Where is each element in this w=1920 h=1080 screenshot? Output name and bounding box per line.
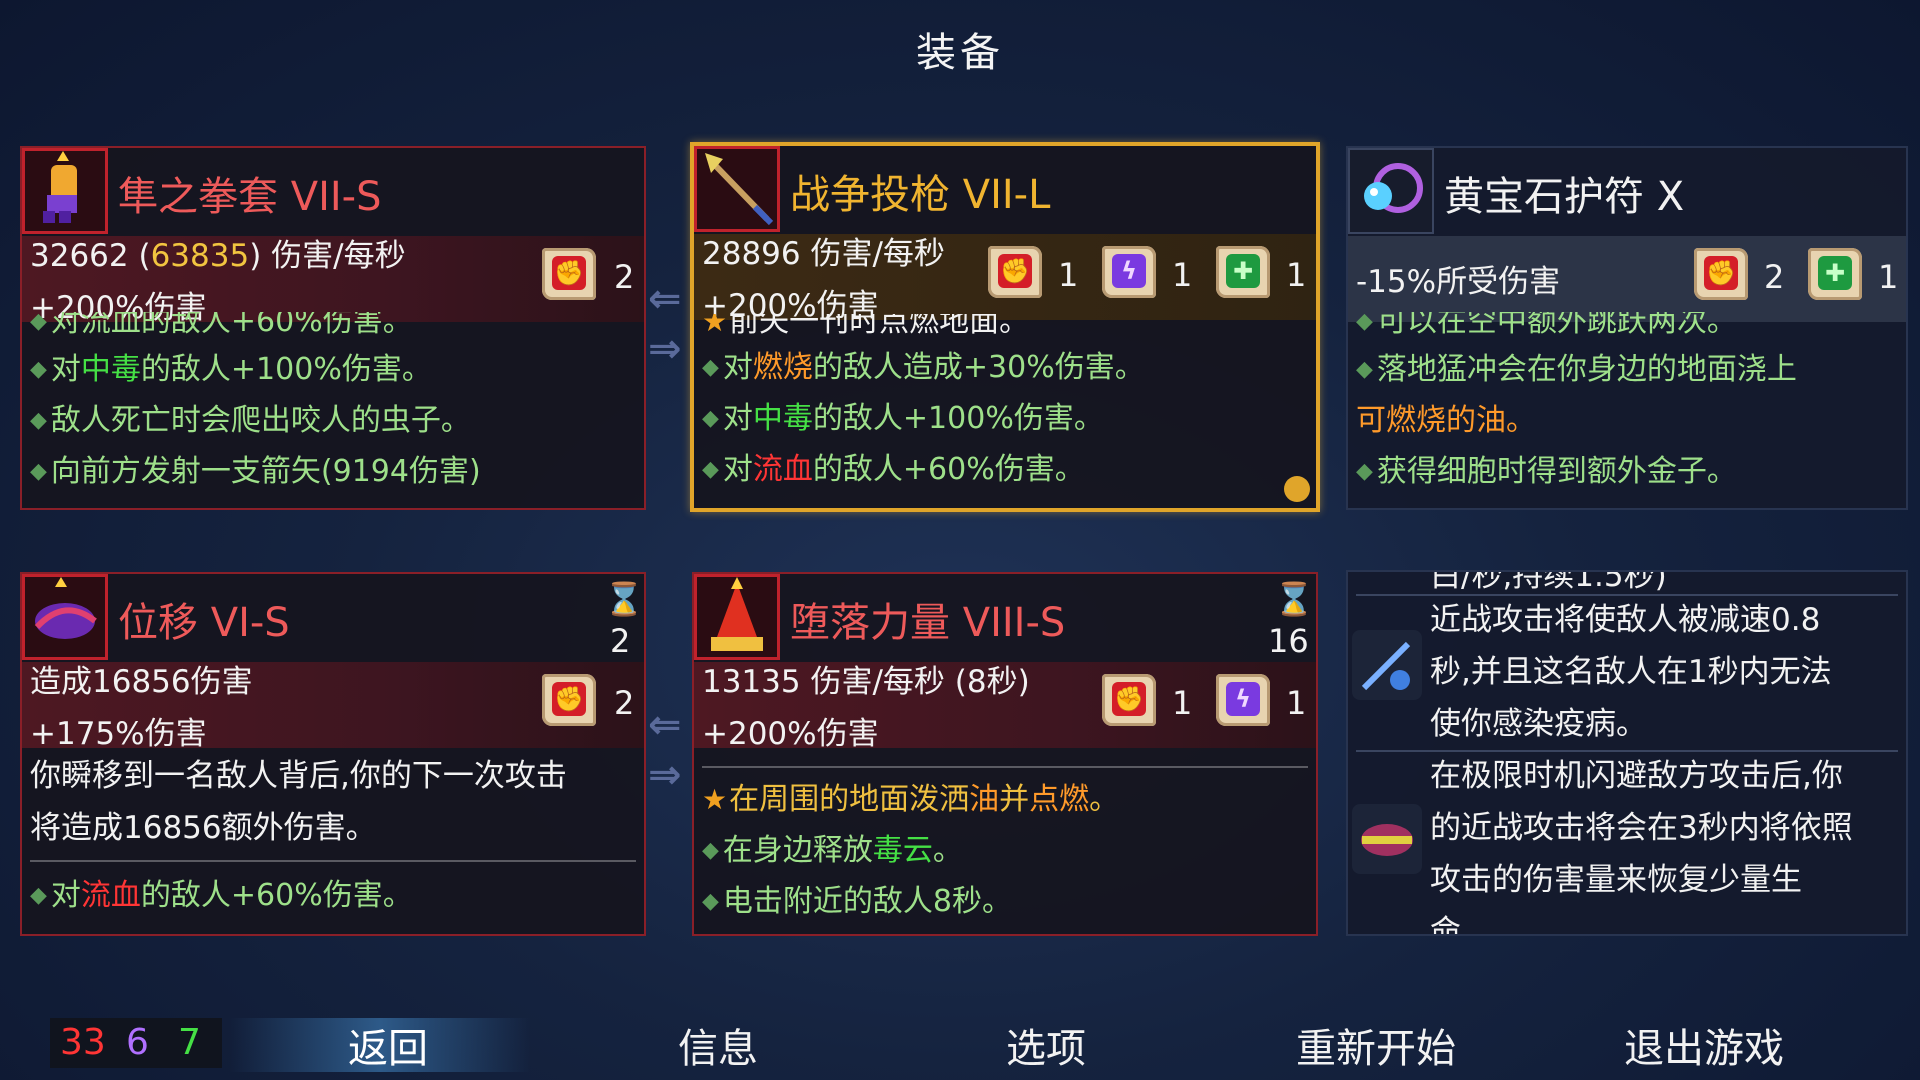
tactics-count: 1 (1172, 256, 1193, 294)
modifier-line: ◆ 在身边释放毒云。 (702, 833, 963, 868)
damage-line: 造成16856伤害 (30, 664, 253, 700)
equipment-card-gauntlet[interactable]: 隼之拳套 VII-S 32662 (63835) 伤害/每秒 +200%伤害 ✊… (20, 146, 646, 510)
mutations-panel[interactable]: 白/秒,持续1.5秒) 近战攻击将使敌人被减速0.8 秒,并且这名敌人在1秒内无… (1346, 570, 1908, 936)
survival-scroll-icon: ✚ (1804, 242, 1866, 306)
tactics-stat: 6 (126, 1022, 149, 1063)
info-button[interactable]: 信息 (598, 1016, 838, 1074)
modifier-line: ◆ 敌人死亡时会爬出咬人的虫子。 (30, 403, 471, 438)
survival-count: 1 (1878, 258, 1899, 296)
modifier-line: ◆ 对燃烧的敌人造成+30%伤害。 (702, 350, 1145, 385)
bonus-line: +200%伤害 (702, 716, 879, 752)
brutality-count: 2 (1764, 258, 1785, 296)
dps-line: 32662 (63835) 伤害/每秒 (30, 238, 406, 274)
cut-modifier: ★前矢一刊时点燃地面。 (702, 314, 1030, 334)
brutality-count: 2 (614, 258, 635, 296)
cut-modifier: ◆ 可以在空中额外跳跃两次。 (1356, 312, 1737, 336)
equipment-card-javelin[interactable]: 战争投枪 VII-L 28896 伤害/每秒 +200%伤害 ✊ 1 ϟ 1 ✚… (690, 142, 1320, 512)
modifier-line: ★在周围的地面泼洒油并点燃。 (702, 782, 1120, 817)
equipment-card-fallen-power[interactable]: 堕落力量 VIII-S ⌛ 16 13135 伤害/每秒 (8秒) +200%伤… (692, 572, 1318, 936)
swap-left-arrow-icon[interactable]: ⇐ (648, 276, 682, 322)
modifier-line: ◆ 对中毒的敌人+100%伤害。 (702, 401, 1104, 436)
modifier-list: ★在周围的地面泼洒油并点燃。 ◆ 在身边释放毒云。 ◆ 电击附近的敌人8秒。 (702, 774, 1119, 927)
dps-line: 28896 伤害/每秒 (702, 236, 945, 272)
modifier-line: ◆ 向前方发射一支箭矢(9194伤害) (30, 454, 481, 489)
modifier-list: ◆ 对燃烧的敌人造成+30%伤害。 ◆ 对中毒的敌人+100%伤害。 ◆ 对流血的敌人… (702, 342, 1145, 495)
swap-left-arrow-icon[interactable]: ⇐ (648, 702, 682, 748)
scroll-stats-counter: 33 6 7 (50, 1018, 222, 1068)
javelin-icon (694, 146, 780, 232)
brutality-count: 1 (1172, 684, 1193, 722)
quit-game-button[interactable]: 退出游戏 (1584, 1016, 1824, 1074)
dodge-heal-icon (1352, 804, 1422, 874)
trait-description: 近战攻击将使敌人被减速0.8 秒,并且这名敌人在1秒内无法 使你感染疫病。 (1430, 602, 1832, 742)
skill-description: 你瞬移到一名敌人背后,你的下一次攻击 将造成16856额外伤害。 (30, 758, 567, 846)
item-name: 位移 VI-S (118, 600, 290, 646)
cooldown-value: 16 (1268, 622, 1309, 660)
cooldown-value: 2 (610, 622, 631, 660)
brutality-count: 2 (614, 684, 635, 722)
cooldown-hourglass-icon: ⌛ (1274, 580, 1314, 618)
brutality-scroll-icon: ✊ (1098, 668, 1160, 732)
modifier-line: ◆ 电击附近的敌人8秒。 (702, 884, 1013, 919)
page-title: 装备 (916, 30, 1004, 76)
survival-count: 1 (1286, 256, 1307, 294)
gold-corner-ornament-icon (1284, 476, 1310, 502)
survival-scroll-icon: ✚ (1212, 240, 1274, 304)
swap-right-arrow-icon[interactable]: ⇒ (648, 326, 682, 372)
modifier-line: ◆ 落地猛冲会在你身边的地面浇上 (1356, 352, 1797, 387)
modifier-line: ◆ 获得细胞时得到额外金子。 (1356, 454, 1737, 489)
trait-description: 在极限时机闪避敌方攻击后,你 的近战攻击将会在3秒内将依照 攻击的伤害量来恢复少… (1430, 758, 1853, 936)
swap-right-arrow-icon[interactable]: ⇒ (648, 752, 682, 798)
survival-stat: 7 (178, 1022, 201, 1063)
modifier-line: 可燃烧的油。 (1356, 403, 1536, 438)
restart-button[interactable]: 重新开始 (1256, 1016, 1496, 1074)
frost-blade-icon (1352, 630, 1422, 700)
tactics-count: 1 (1286, 684, 1307, 722)
item-name: 隼之拳套 VII-S (118, 174, 382, 220)
options-button[interactable]: 选项 (926, 1016, 1166, 1074)
brutality-count: 1 (1058, 256, 1079, 294)
item-name: 黄宝石护符 X (1444, 174, 1685, 220)
dps-line: 13135 伤害/每秒 (8秒) (702, 664, 1030, 700)
brutality-scroll-icon: ✊ (538, 242, 600, 306)
card-header (22, 574, 644, 662)
teleport-icon (22, 574, 108, 660)
modifier-list: ◆ 落地猛冲会在你身边的地面浇上 可燃烧的油。 ◆ 获得细胞时得到额外金子。 (1356, 344, 1797, 497)
bonus-line: +175%伤害 (30, 716, 207, 752)
tactics-scroll-icon: ϟ (1212, 668, 1274, 732)
amulet-icon (1348, 148, 1434, 234)
brutality-stat: 33 (60, 1022, 106, 1063)
cut-trait-text: 白/秒,持续1.5秒) (1430, 570, 1667, 594)
tactics-scroll-icon: ϟ (1098, 240, 1160, 304)
item-name: 堕落力量 VIII-S (790, 600, 1066, 646)
fallen-power-icon (694, 574, 780, 660)
back-button[interactable]: 返回 (268, 1016, 508, 1074)
modifier-list: ◆ 对中毒的敌人+100%伤害。 ◆ 敌人死亡时会爬出咬人的虫子。 ◆ 向前方发射一支… (30, 344, 481, 497)
brutality-scroll-icon: ✊ (984, 240, 1046, 304)
cooldown-hourglass-icon: ⌛ (604, 580, 644, 618)
bottom-menu-bar: 33 6 7 返回 信息 选项 重新开始 退出游戏 (0, 1010, 1920, 1080)
item-name: 战争投枪 VII-L (790, 172, 1051, 218)
modifier-line: ◆ 对流血的敌人+60%伤害。 (702, 452, 1085, 487)
divider (30, 860, 636, 862)
divider (702, 766, 1308, 768)
modifier-line: ◆ 对中毒的敌人+100%伤害。 (30, 352, 432, 387)
effect-line: -15%所受伤害 (1356, 264, 1561, 300)
equipment-card-teleport[interactable]: 位移 VI-S ⌛ 2 造成16856伤害 +175%伤害 ✊ 2 你瞬移到一名… (20, 572, 646, 936)
brutality-scroll-icon: ✊ (538, 668, 600, 732)
brutality-scroll-icon: ✊ (1690, 242, 1752, 306)
modifier-line: ◆ 对流血的敌人+60%伤害。 (30, 878, 413, 913)
equipment-card-amulet[interactable]: 黄宝石护符 X -15%所受伤害 ✊ 2 ✚ 1 ◆ 可以在空中额外跳跃两次。 ◆… (1346, 146, 1908, 510)
gauntlet-icon (22, 148, 108, 234)
cut-modifier: ◆ 对流血的敌人+60%伤害。 (30, 312, 413, 336)
